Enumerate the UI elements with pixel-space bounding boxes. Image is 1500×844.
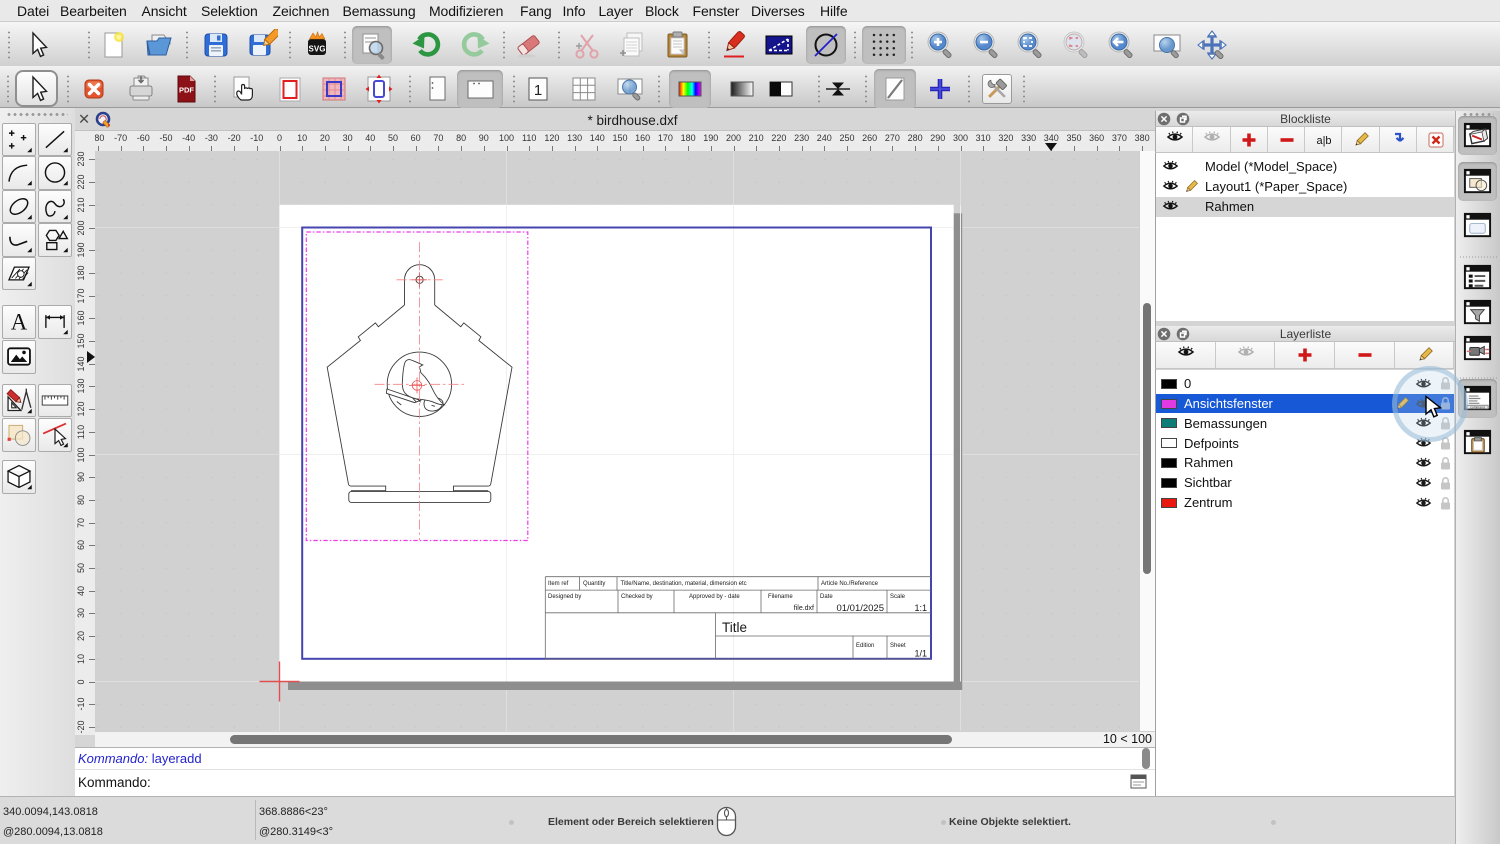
- svg-text:command: command: [1470, 405, 1485, 409]
- svg-text:01/01/2025: 01/01/2025: [836, 603, 884, 614]
- svg-text:Edition: Edition: [856, 643, 874, 649]
- svg-text:1: 1: [534, 82, 542, 99]
- svg-text:PDF: PDF: [179, 86, 194, 95]
- svg-text:Item ref: Item ref: [548, 581, 569, 587]
- svg-text:A: A: [11, 310, 28, 335]
- svg-text:Quantity: Quantity: [583, 581, 605, 587]
- svg-text:a|b: a|b: [1316, 135, 1331, 147]
- svg-text:Article No./Reference: Article No./Reference: [821, 581, 879, 587]
- svg-text:Checked by: Checked by: [621, 594, 653, 600]
- svg-text:Title: Title: [722, 620, 747, 635]
- svg-text:Scale: Scale: [890, 594, 906, 600]
- svg-text:Designed by: Designed by: [548, 594, 581, 600]
- svg-text:file.dxf: file.dxf: [794, 605, 814, 612]
- svg-text:Approved by - date: Approved by - date: [689, 594, 740, 600]
- svg-text:SVG: SVG: [309, 45, 326, 54]
- svg-text:Title/Name, destination, mater: Title/Name, destination, material, dimen…: [621, 581, 747, 587]
- svg-text:1:1: 1:1: [914, 603, 927, 613]
- svg-text:Filename: Filename: [768, 594, 793, 600]
- svg-text:Date: Date: [820, 594, 833, 600]
- svg-text:1/1: 1/1: [914, 649, 927, 659]
- svg-text:Sheet: Sheet: [890, 643, 906, 649]
